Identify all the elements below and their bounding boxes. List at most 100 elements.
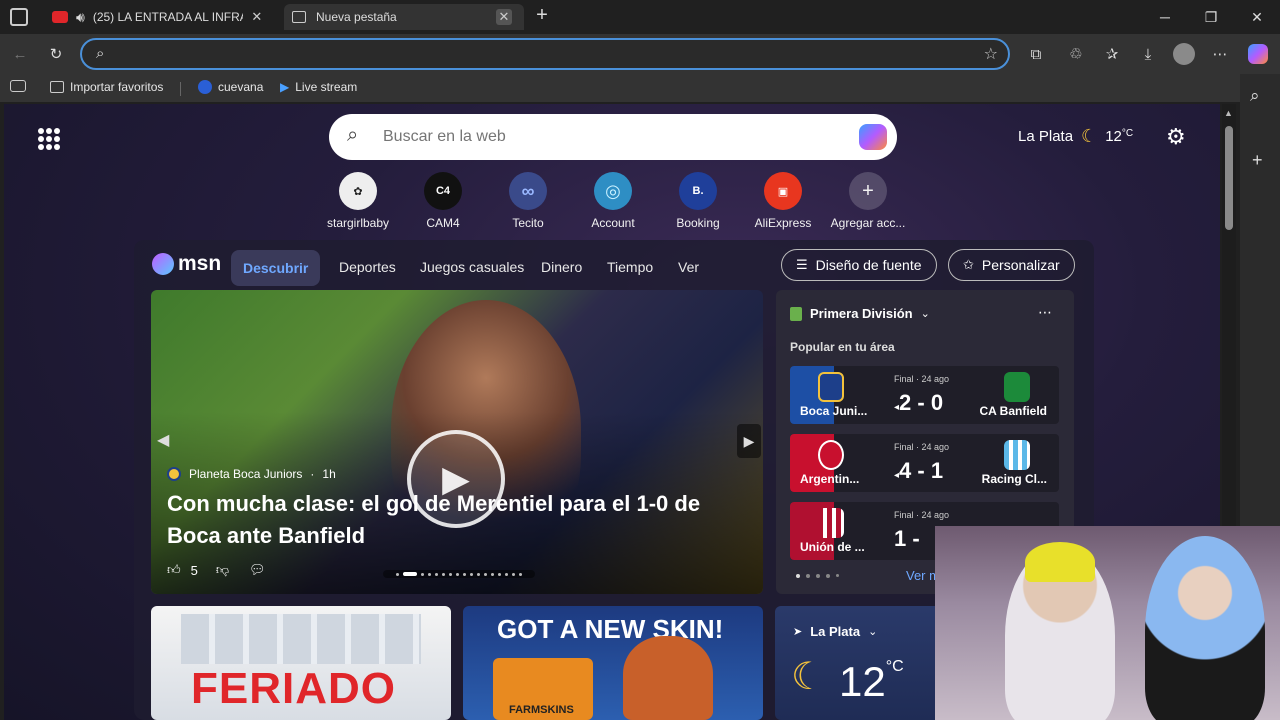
speaker-icon[interactable]: 🔊︎ — [76, 9, 85, 26]
thumbs-up-icon[interactable]: 👍︎ — [167, 562, 181, 578]
match-card[interactable]: Final · 24 ago ◂4 - 1 Argentin... Racing… — [790, 434, 1059, 492]
butterfly-icon — [152, 253, 174, 275]
restore-button[interactable]: ❐ — [1188, 0, 1234, 34]
close-icon[interactable]: ✕ — [496, 9, 512, 25]
bookmark-cuevana[interactable]: cuevana — [198, 80, 263, 94]
downloads-icon[interactable]: ⤓ — [1136, 42, 1160, 66]
close-icon[interactable]: ✕ — [249, 9, 265, 25]
tab-new-tab[interactable]: Nueva pestaña ✕ — [284, 4, 524, 30]
sports-subtitle: Popular en tu área — [790, 340, 895, 354]
argentinos-crest-icon — [818, 440, 844, 470]
copilot-icon[interactable] — [1246, 42, 1270, 66]
favorites-icon[interactable]: ✰ — [1100, 42, 1124, 66]
comment-icon[interactable]: 💬︎ — [249, 562, 266, 578]
weather-temp: 12°C — [1105, 128, 1134, 145]
character-image — [623, 636, 713, 720]
tab-youtube[interactable]: 🔊︎ (25) LA ENTRADA AL INFRAM ✕ — [44, 4, 280, 30]
play-icon: ▶ — [280, 80, 290, 94]
boca-crest-icon — [818, 372, 844, 402]
boca-crest-icon — [167, 467, 181, 481]
nav-dinero[interactable]: Dinero — [541, 252, 582, 282]
copilot-icon[interactable] — [859, 124, 887, 150]
nav-descubrir[interactable]: Descubrir — [231, 250, 321, 286]
nav-deportes[interactable]: Deportes — [339, 252, 396, 282]
hero-article[interactable]: ◀ ▶ ▶ Planeta Boca Juniors · 1h Con much… — [151, 290, 763, 594]
address-bar[interactable]: ⌕ ☆ — [80, 38, 1010, 70]
tab-label: Nueva pestaña — [316, 10, 397, 24]
tab-label: (25) LA ENTRADA AL INFRAM — [92, 10, 243, 24]
tab-bar: 🔊︎ (25) LA ENTRADA AL INFRAM ✕ Nueva pes… — [0, 0, 1280, 34]
browser-essentials-icon[interactable]: ♲ — [1064, 42, 1088, 66]
quicklink-tecito[interactable]: ∞ Tecito — [483, 172, 573, 230]
sports-page-dots[interactable] — [796, 574, 839, 578]
match-card[interactable]: Final · 24 ago ◂2 - 0 Boca Juni... CA Ba… — [790, 366, 1059, 424]
settings-gear-icon[interactable]: ⚙ — [1166, 124, 1186, 150]
sports-more-icon[interactable]: ⋯ — [1038, 304, 1052, 321]
union-crest-icon — [818, 508, 844, 538]
personalize-icon: ✩ — [963, 257, 974, 272]
carousel-dots[interactable] — [383, 570, 535, 578]
bookmark-import[interactable]: Importar favoritos — [50, 80, 163, 94]
prev-arrow-icon[interactable]: ◀ — [157, 430, 169, 450]
web-search-box[interactable]: ⌕ — [329, 114, 897, 160]
search-icon: ⌕ — [96, 45, 105, 62]
nav-juegos-casuales[interactable]: Juegos casuales — [420, 252, 524, 282]
address-input[interactable] — [122, 44, 942, 64]
racing-crest-icon — [1004, 440, 1030, 470]
refresh-icon[interactable]: ↻ — [44, 42, 68, 66]
nav-tiempo[interactable]: Tiempo — [607, 252, 653, 282]
nav-ver[interactable]: Ver — [678, 252, 699, 282]
like-count: 5 — [190, 562, 198, 578]
quicklink-booking[interactable]: B. Booking — [653, 172, 743, 230]
scroll-thumb[interactable] — [1225, 126, 1233, 230]
minimize-button[interactable]: ─ — [1142, 0, 1188, 34]
hero-source: Planeta Boca Juniors · 1h — [167, 467, 336, 481]
quicklink-cam4[interactable]: C4 CAM4 — [398, 172, 488, 230]
skin-brand: FARMSKINS — [509, 704, 574, 716]
add-sidebar-icon[interactable]: + — [1252, 150, 1263, 171]
scroll-up-icon[interactable]: ▲ — [1224, 108, 1233, 118]
collections-icon[interactable] — [10, 80, 26, 92]
font-design-button[interactable]: ☰ Diseño de fuente — [781, 249, 937, 281]
import-icon — [50, 81, 64, 93]
moon-icon: ☾ — [791, 656, 826, 698]
cam4-icon: C4 — [424, 172, 462, 210]
quicklink-account[interactable]: ◎ Account — [568, 172, 658, 230]
holiday-headline: FERIADO — [191, 664, 396, 713]
holiday-card[interactable]: FERIADO — [151, 606, 451, 720]
webcam-overlay — [935, 526, 1280, 720]
chevron-down-icon: ⌄ — [920, 308, 930, 320]
new-tab-button[interactable]: + — [530, 4, 554, 27]
league-header[interactable]: Primera División ⌄ — [790, 306, 930, 321]
add-icon: + — [849, 172, 887, 210]
quicklink-stargirlbaby[interactable]: ✿ stargirlbaby — [313, 172, 403, 230]
weather-widget[interactable]: La Plata ☾ 12°C — [1018, 126, 1133, 147]
extensions-icon[interactable]: ⧉ — [1024, 42, 1048, 66]
quicklink-add[interactable]: + Agregar acc... — [823, 172, 913, 230]
window-close-button[interactable]: ✕ — [1234, 0, 1280, 34]
search-sidebar-icon[interactable]: ⌕ — [1250, 86, 1260, 106]
sidebar-toggle-icon[interactable] — [10, 8, 28, 26]
more-menu-icon[interactable]: ⋯ — [1208, 42, 1232, 66]
web-search-input[interactable] — [383, 126, 823, 148]
bookmark-live-stream[interactable]: ▶ Live stream — [280, 80, 357, 94]
stargirlbaby-icon: ✿ — [339, 172, 377, 210]
league-icon — [790, 306, 802, 321]
location-icon: ➤ — [793, 626, 803, 638]
personalize-button[interactable]: ✩ Personalizar — [948, 249, 1075, 281]
chevron-down-icon: ⌄ — [868, 626, 878, 638]
farmskins-card[interactable]: GOT A NEW SKIN! FARMSKINS — [463, 606, 763, 720]
hero-title[interactable]: Con mucha clase: el gol de Merentiel par… — [167, 488, 747, 552]
quicklink-aliexpress[interactable]: ▣ AliExpress — [738, 172, 828, 230]
profile-avatar[interactable] — [1172, 42, 1196, 66]
cuevana-icon — [198, 80, 212, 94]
bookmarks-bar: Importar favoritos cuevana ▶ Live stream — [0, 74, 1280, 102]
thumbs-down-icon[interactable]: 👎︎ — [216, 562, 229, 578]
next-arrow-icon[interactable]: ▶ — [737, 424, 761, 458]
moon-icon: ☾ — [1081, 126, 1098, 146]
back-icon[interactable]: ← — [8, 42, 32, 66]
favorite-star-icon[interactable]: ☆ — [984, 44, 998, 64]
bookmark-separator — [180, 82, 181, 96]
toolbar: ← ↻ ⌕ ☆ ⧉ ♲ ✰ ⤓ ⋯ — [0, 34, 1280, 74]
apps-launcher-icon[interactable] — [38, 128, 60, 150]
